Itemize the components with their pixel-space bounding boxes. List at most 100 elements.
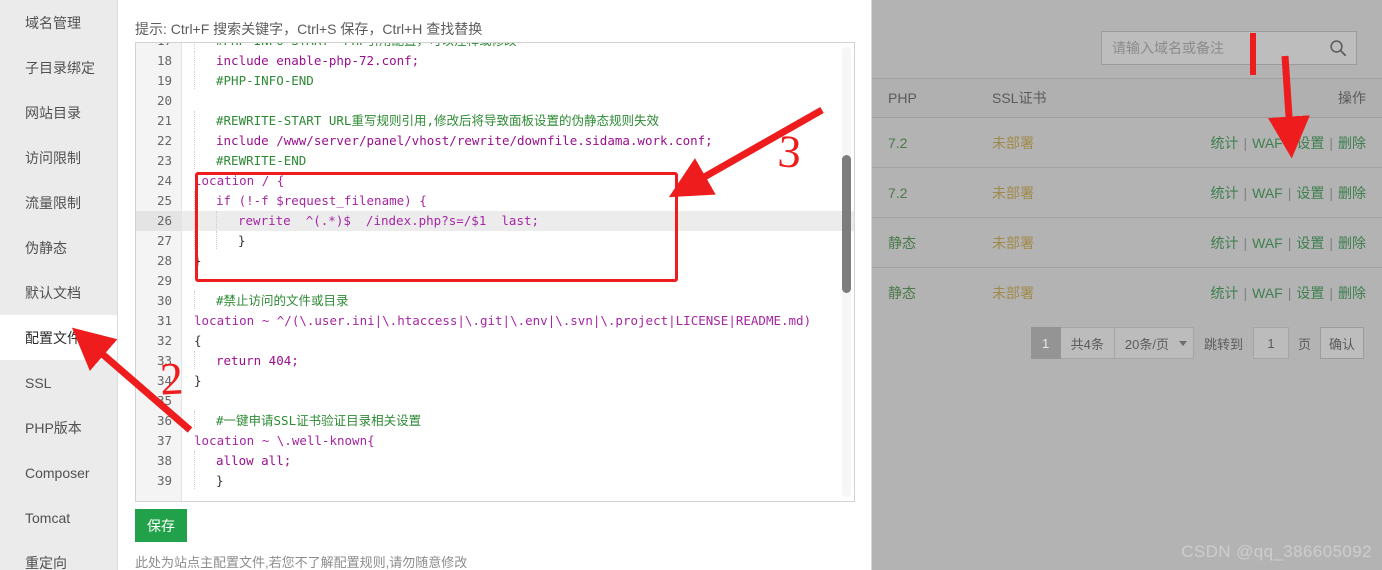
search-input[interactable] bbox=[1102, 40, 1320, 56]
sidebar-item-pseudo-static[interactable]: 伪静态 bbox=[0, 225, 117, 270]
waf-link[interactable]: WAF bbox=[1252, 235, 1283, 251]
jump-to-label: 跳转到 bbox=[1203, 336, 1243, 352]
separator: | bbox=[1287, 234, 1292, 251]
separator: | bbox=[1329, 184, 1333, 201]
waf-link[interactable]: WAF bbox=[1252, 135, 1283, 151]
indent-guide bbox=[194, 71, 216, 89]
code-text: return 404; bbox=[182, 351, 299, 371]
table-row[interactable]: 7.2 未部署 统计 | WAF | 设置 | 删除 bbox=[872, 118, 1382, 168]
stats-link[interactable]: 统计 bbox=[1210, 235, 1238, 251]
line-number: 29 bbox=[136, 271, 182, 291]
editor-scrollbar-track[interactable] bbox=[842, 47, 851, 497]
sidebar-item-composer[interactable]: Composer bbox=[0, 450, 117, 495]
search-button[interactable] bbox=[1320, 32, 1356, 64]
separator: | bbox=[1329, 134, 1333, 151]
editor-scrollbar-thumb[interactable] bbox=[842, 155, 851, 293]
sidebar-item-access-limit[interactable]: 访问限制 bbox=[0, 135, 117, 180]
code-lines: 17#PHP-INFO-START PHP引用配置，可以注释或修改18inclu… bbox=[136, 43, 854, 491]
config-footnote: 此处为站点主配置文件,若您不了解配置规则,请勿随意修改 bbox=[135, 555, 468, 570]
indent-guide bbox=[194, 411, 216, 429]
settings-link[interactable]: 设置 bbox=[1296, 185, 1324, 201]
delete-link[interactable]: 删除 bbox=[1338, 235, 1366, 251]
sidebar-item-label: 默认文档 bbox=[25, 284, 81, 301]
code-line: 28} bbox=[136, 251, 854, 271]
pagination: 1 共4条 20条/页 跳转到 页 确认 bbox=[872, 312, 1382, 374]
waf-link[interactable]: WAF bbox=[1252, 285, 1283, 301]
code-line: 20 bbox=[136, 91, 854, 111]
page-number-current[interactable]: 1 bbox=[1030, 327, 1061, 359]
code-line: 39} bbox=[136, 471, 854, 491]
waf-link[interactable]: WAF bbox=[1252, 185, 1283, 201]
sidebar-item-subdir-bind[interactable]: 子目录绑定 bbox=[0, 45, 117, 90]
modal-sidebar: 域名管理 子目录绑定 网站目录 访问限制 流量限制 伪静态 默认文档 配置文件 … bbox=[0, 0, 118, 570]
cell-php: 7.2 bbox=[888, 184, 908, 201]
delete-link[interactable]: 删除 bbox=[1338, 135, 1366, 151]
table-row[interactable]: 7.2 未部署 统计 | WAF | 设置 | 删除 bbox=[872, 168, 1382, 218]
code-line: 35 bbox=[136, 391, 854, 411]
sidebar-item-default-doc[interactable]: 默认文档 bbox=[0, 270, 117, 315]
indent-guide bbox=[194, 471, 216, 489]
save-button[interactable]: 保存 bbox=[135, 509, 187, 542]
sidebar-item-domain-manage[interactable]: 域名管理 bbox=[0, 0, 117, 45]
sidebar-item-site-dir[interactable]: 网站目录 bbox=[0, 90, 117, 135]
code-text: location ~ \.well-known{ bbox=[194, 433, 375, 448]
sidebar-item-label: 网站目录 bbox=[25, 104, 81, 121]
code-text: #REWRITE-END bbox=[182, 151, 306, 171]
line-number: 26 bbox=[136, 211, 182, 231]
delete-link[interactable]: 删除 bbox=[1338, 285, 1366, 301]
cell-php: 静态 bbox=[888, 234, 916, 251]
sidebar-item-php-version[interactable]: PHP版本 bbox=[0, 405, 117, 450]
stats-link[interactable]: 统计 bbox=[1210, 135, 1238, 151]
code-text: include enable-php-72.conf; bbox=[182, 51, 419, 71]
site-settings-modal: 域名管理 子目录绑定 网站目录 访问限制 流量限制 伪静态 默认文档 配置文件 … bbox=[0, 0, 872, 570]
table-row[interactable]: 静态 未部署 统计 | WAF | 设置 | 删除 bbox=[872, 268, 1382, 318]
line-number: 17 bbox=[136, 43, 182, 51]
sidebar-item-traffic-limit[interactable]: 流量限制 bbox=[0, 180, 117, 225]
sidebar-item-label: Tomcat bbox=[25, 509, 71, 526]
line-number: 22 bbox=[136, 131, 182, 151]
settings-link[interactable]: 设置 bbox=[1296, 285, 1324, 301]
line-number: 39 bbox=[136, 471, 182, 491]
search-box[interactable] bbox=[1101, 31, 1357, 65]
code-text: #PHP-INFO-END bbox=[182, 71, 314, 91]
line-number: 23 bbox=[136, 151, 182, 171]
line-number: 20 bbox=[136, 91, 182, 111]
separator: | bbox=[1243, 184, 1248, 201]
settings-link[interactable]: 设置 bbox=[1296, 235, 1324, 251]
csdn-watermark: CSDN @qq_386605092 bbox=[1181, 542, 1372, 561]
stats-link[interactable]: 统计 bbox=[1210, 185, 1238, 201]
per-page-select[interactable]: 20条/页 bbox=[1114, 327, 1194, 359]
background-toolbar bbox=[872, 0, 1382, 78]
stats-link[interactable]: 统计 bbox=[1210, 285, 1238, 301]
code-editor[interactable]: 17#PHP-INFO-START PHP引用配置，可以注释或修改18inclu… bbox=[135, 42, 855, 502]
sidebar-item-tomcat[interactable]: Tomcat bbox=[0, 495, 117, 540]
separator: | bbox=[1329, 284, 1333, 301]
line-number: 18 bbox=[136, 51, 182, 71]
separator: | bbox=[1287, 134, 1292, 151]
indent-guide bbox=[194, 191, 216, 209]
sidebar-item-redirect[interactable]: 重定向 bbox=[0, 540, 117, 570]
table-row[interactable]: 静态 未部署 统计 | WAF | 设置 | 删除 bbox=[872, 218, 1382, 268]
sidebar-item-config-file[interactable]: 配置文件 bbox=[0, 315, 117, 360]
delete-link[interactable]: 删除 bbox=[1338, 185, 1366, 201]
sidebar-item-label: PHP版本 bbox=[25, 419, 82, 436]
cell-ops: 统计 | WAF | 设置 | 删除 bbox=[1182, 283, 1382, 303]
code-line: 33 return 404; bbox=[136, 351, 854, 371]
sidebar-item-label: 访问限制 bbox=[25, 149, 81, 166]
sidebar-item-ssl[interactable]: SSL bbox=[0, 360, 117, 405]
confirm-button[interactable]: 确认 bbox=[1320, 327, 1364, 359]
code-line: 26 rewrite ^(.*)$ /index.php?s=/$1 last; bbox=[136, 211, 854, 231]
settings-link[interactable]: 设置 bbox=[1296, 135, 1324, 151]
col-header-php: PHP bbox=[888, 90, 917, 106]
background-site-list-page: PHP SSL证书 操作 7.2 未部署 统计|WAF|设置|删除 7.2 未部… bbox=[872, 0, 1382, 570]
code-text: location / { bbox=[194, 173, 285, 188]
sites-table: PHP SSL证书 操作 7.2 未部署 统计 | WAF | 设置 | 删除 7.2 未部… bbox=[872, 78, 1382, 318]
code-line: 38 allow all; bbox=[136, 451, 854, 471]
indent-guide bbox=[194, 211, 216, 229]
line-number: 34 bbox=[136, 371, 182, 391]
code-line: 36 #一键申请SSL证书验证目录相关设置 bbox=[136, 411, 854, 431]
jump-page-input[interactable] bbox=[1252, 327, 1289, 359]
line-number: 19 bbox=[136, 71, 182, 91]
code-line: 24 location / { bbox=[136, 171, 854, 191]
